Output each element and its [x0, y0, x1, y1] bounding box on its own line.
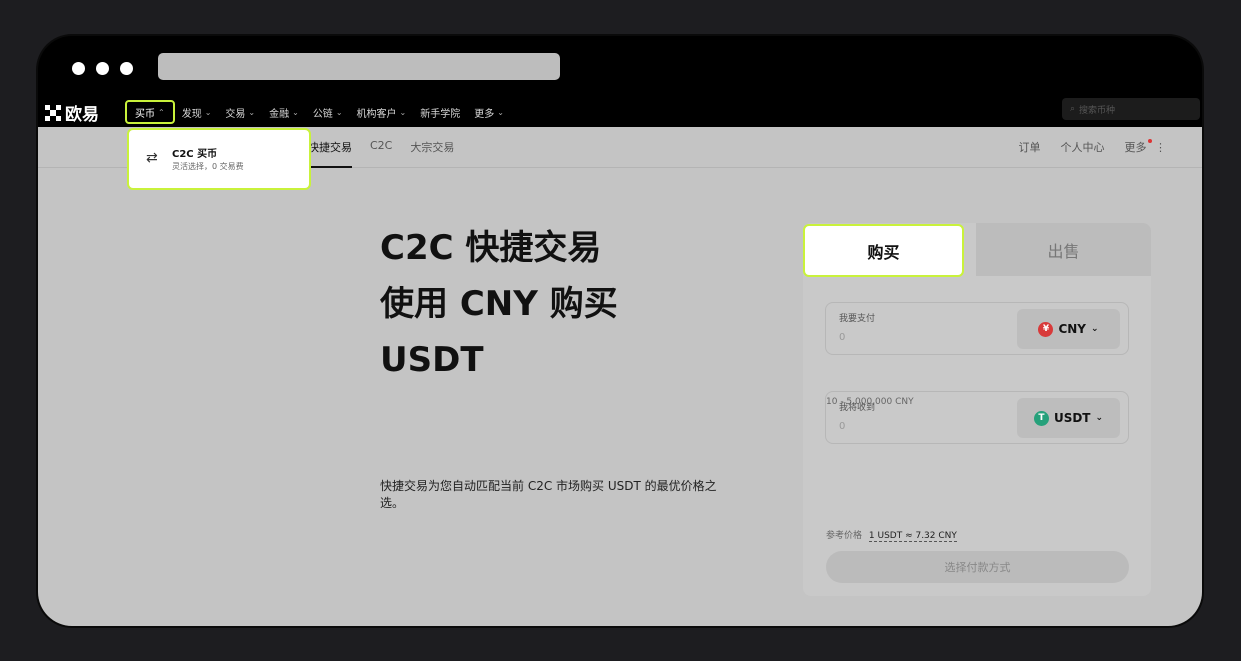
- chevron-down-icon: ⌄: [204, 107, 212, 117]
- more-link[interactable]: 更多 ⋮: [1124, 139, 1166, 155]
- nav-item-trade[interactable]: 交易 ⌄: [218, 102, 262, 122]
- hero-line-3: USDT: [380, 340, 484, 380]
- tab-sell[interactable]: 出售: [976, 223, 1151, 276]
- receive-currency-select[interactable]: T USDT ⌄: [1017, 398, 1120, 438]
- pay-label: 我要支付: [839, 314, 876, 324]
- chevron-up-icon: ⌃: [158, 107, 165, 117]
- hero-line-2: 使用 CNY 购买: [380, 284, 618, 324]
- hero-line-1: C2C 快捷交易: [380, 228, 602, 268]
- chevron-down-icon: ⌄: [248, 107, 256, 117]
- chevron-down-icon: ⌄: [399, 107, 407, 117]
- receive-currency: USDT: [1053, 411, 1091, 425]
- dropdown-item-desc: 灵活选择，0 交易费: [172, 162, 244, 171]
- chevron-down-icon: ⌄: [1091, 324, 1099, 334]
- ref-value[interactable]: 1 USDT ≈ 7.32 CNY: [868, 531, 957, 542]
- nav-label: 交易: [225, 108, 246, 120]
- tab-block-trade[interactable]: 大宗交易: [410, 139, 454, 168]
- dropdown-item-c2c[interactable]: C2C 买币: [172, 145, 217, 160]
- logo[interactable]: 欧易: [45, 100, 99, 125]
- ref-label: 参考价格: [826, 531, 863, 541]
- pay-currency-select[interactable]: ¥ CNY ⌄: [1017, 309, 1120, 349]
- nav-label: 新手学院: [420, 108, 461, 120]
- pay-field[interactable]: 我要支付 0 ¥ CNY ⌄: [825, 302, 1129, 355]
- nav-menu: 买币 ⌃ 发现 ⌄ 交易 ⌄ 金融 ⌄ 公链 ⌄ 机构客户 ⌄ 新手学院 更多 ⌄: [125, 100, 511, 124]
- orders-link[interactable]: 订单: [1019, 139, 1041, 155]
- usdt-coin-icon: T: [1033, 410, 1049, 426]
- tab-quick-trade[interactable]: 快捷交易: [308, 139, 352, 168]
- window-controls: [72, 62, 133, 75]
- tab-buy[interactable]: 购买: [803, 224, 964, 277]
- okx-logo-icon: [45, 104, 61, 121]
- hero-description: 快捷交易为您自动匹配当前 C2C 市场购买 USDT 的最优价格之选。: [380, 479, 717, 510]
- notification-dot-icon: [1147, 139, 1152, 143]
- window-dot-icon[interactable]: [96, 62, 109, 75]
- cny-coin-icon: ¥: [1038, 321, 1054, 337]
- more-label: 更多: [1124, 141, 1147, 154]
- buy-dropdown: ⇄ C2C 买币 灵活选择，0 交易费: [127, 128, 311, 190]
- receive-amount-input[interactable]: 0: [839, 421, 845, 432]
- browser-window: 欧易 买币 ⌃ 发现 ⌄ 交易 ⌄ 金融 ⌄ 公链 ⌄ 机构客户 ⌄ 新手学院 更多 ⌄ ⌕ …: [38, 36, 1202, 626]
- nav-label: 发现: [181, 108, 202, 120]
- chevron-down-icon: ⌄: [292, 107, 299, 117]
- nav-label: 公链: [312, 108, 333, 120]
- receive-field[interactable]: 我将收到 0 T USDT ⌄: [825, 391, 1129, 444]
- nav-item-discover[interactable]: 发现 ⌄: [175, 102, 219, 122]
- logo-text: 欧易: [65, 105, 99, 125]
- chevron-down-icon: ⌄: [335, 107, 343, 117]
- hero-title: C2C 快捷交易 使用 CNY 购买 USDT: [380, 220, 618, 388]
- nav-item-more[interactable]: 更多 ⌄: [467, 102, 511, 122]
- tab-c2c[interactable]: C2C: [370, 139, 392, 168]
- window-dot-icon[interactable]: [72, 62, 85, 75]
- pay-currency: CNY: [1058, 322, 1086, 336]
- nav-item-institutional[interactable]: 机构客户 ⌄: [350, 102, 414, 122]
- chevron-down-icon: ⌄: [1095, 413, 1104, 423]
- address-bar[interactable]: [158, 53, 560, 80]
- nav-label: 买币: [135, 108, 155, 120]
- user-center-link[interactable]: 个人中心: [1061, 139, 1105, 155]
- chevron-down-icon: ⌄: [497, 107, 504, 117]
- nav-item-academy[interactable]: 新手学院: [413, 102, 467, 122]
- window-dot-icon[interactable]: [120, 62, 133, 75]
- receive-label: 我将收到: [839, 403, 876, 413]
- nav-label: 机构客户: [356, 108, 397, 120]
- search-input[interactable]: ⌕ 搜索币种: [1062, 98, 1200, 120]
- c2c-icon: ⇄: [146, 150, 158, 166]
- more-vertical-icon: ⋮: [1155, 141, 1166, 154]
- nav-item-chain[interactable]: 公链 ⌄: [306, 102, 350, 122]
- nav-item-buy[interactable]: 买币 ⌃: [125, 100, 175, 124]
- search-icon: ⌕: [1070, 104, 1076, 114]
- select-payment-button[interactable]: 选择付款方式: [826, 551, 1129, 583]
- pay-amount-input[interactable]: 0: [839, 332, 845, 343]
- reference-price: 参考价格 1 USDT ≈ 7.32 CNY: [826, 528, 957, 542]
- nav-label: 金融: [269, 108, 290, 120]
- top-nav: 欧易 买币 ⌃ 发现 ⌄ 交易 ⌄ 金融 ⌄ 公链 ⌄ 机构客户 ⌄ 新手学院 更多 ⌄ ⌕ …: [38, 94, 1202, 127]
- nav-label: 更多: [474, 108, 495, 120]
- search-placeholder: 搜索币种: [1079, 105, 1116, 116]
- nav-item-finance[interactable]: 金融 ⌄: [262, 102, 306, 122]
